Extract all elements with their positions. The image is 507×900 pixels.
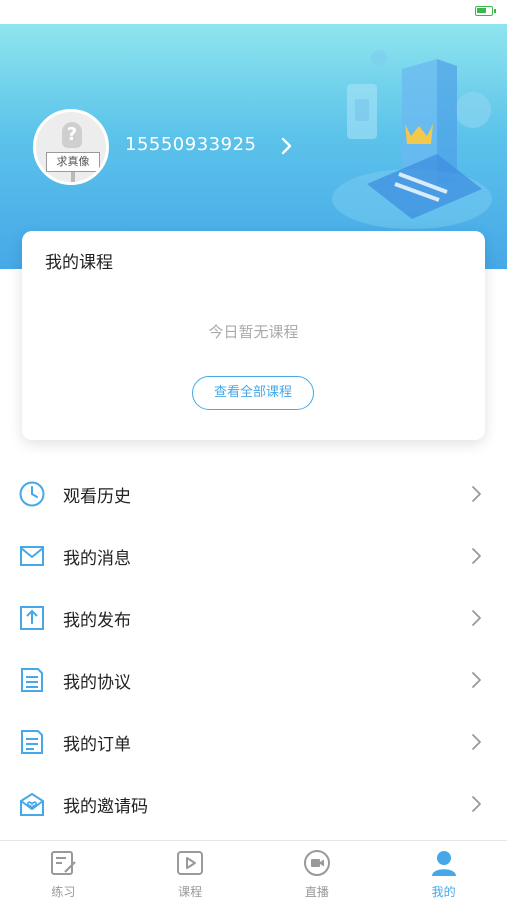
menu-item-label: 我的订单 [63, 735, 131, 755]
chevron-right-icon [472, 796, 481, 812]
live-icon [303, 850, 330, 876]
menu-item-publish[interactable]: 我的发布 [0, 587, 507, 649]
play-icon [177, 851, 204, 875]
course-card-title: 我的课程 [45, 253, 113, 273]
menu-item-label: 我的发布 [63, 611, 131, 631]
avatar-sign-stick [71, 172, 75, 182]
chevron-right-icon [472, 734, 481, 750]
order-icon [21, 730, 43, 754]
chevron-right-icon [472, 610, 481, 626]
menu-item-agreement[interactable]: 我的协议 [0, 649, 507, 711]
question-mark-icon: ? [62, 122, 82, 148]
battery-icon [475, 6, 496, 16]
header-illustration [332, 50, 492, 229]
menu-item-label: 我的协议 [63, 673, 131, 693]
menu-item-invite-code[interactable]: 我的邀请码 [0, 773, 507, 835]
user-icon [431, 851, 456, 876]
user-phone[interactable]: 15550933925 [125, 134, 256, 155]
menu-item-label: 观看历史 [63, 487, 131, 507]
invite-icon [20, 792, 44, 816]
tab-label: 我的 [431, 885, 456, 899]
menu-list: 观看历史 我的消息 我的发布 我的协议 我的订单 我的邀请码 [0, 463, 507, 835]
upload-icon [20, 606, 44, 630]
status-bar [0, 0, 507, 24]
menu-item-label: 我的消息 [63, 549, 131, 569]
tab-label: 直播 [304, 885, 329, 899]
menu-item-watch-history[interactable]: 观看历史 [0, 463, 507, 525]
chevron-right-icon [472, 486, 481, 502]
menu-item-orders[interactable]: 我的订单 [0, 711, 507, 773]
tab-label: 练习 [51, 885, 76, 899]
tab-live[interactable]: 直播 [254, 841, 381, 900]
avatar[interactable]: ? 求真像 [33, 109, 109, 185]
course-card: 我的课程 今日暂无课程 查看全部课程 [22, 231, 485, 440]
chevron-right-icon[interactable] [278, 134, 296, 158]
chevron-right-icon [472, 672, 481, 688]
clock-icon [19, 481, 45, 507]
practice-icon [51, 851, 77, 875]
tab-courses[interactable]: 课程 [127, 841, 254, 900]
tab-mine[interactable]: 我的 [380, 841, 507, 900]
tab-label: 课程 [178, 885, 203, 899]
course-empty-message: 今日暂无课程 [208, 323, 299, 341]
bottom-tab-bar: 练习 课程 直播 我的 [0, 840, 507, 900]
mail-icon [20, 546, 44, 566]
document-icon [21, 668, 43, 692]
view-all-courses-button[interactable]: 查看全部课程 [192, 376, 314, 410]
chevron-right-icon [472, 548, 481, 564]
menu-item-label: 我的邀请码 [63, 797, 148, 817]
avatar-sign: 求真像 [46, 152, 100, 172]
tab-practice[interactable]: 练习 [0, 841, 127, 900]
menu-item-messages[interactable]: 我的消息 [0, 525, 507, 587]
